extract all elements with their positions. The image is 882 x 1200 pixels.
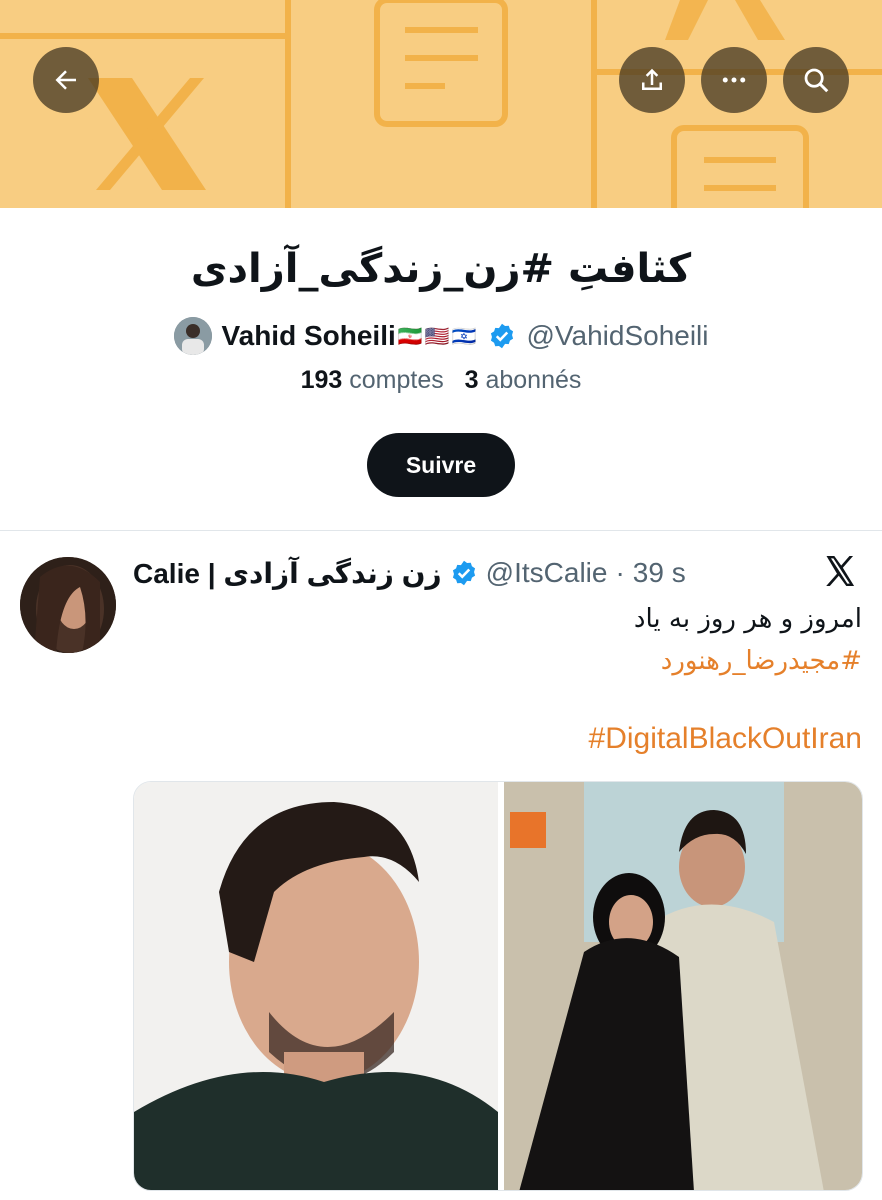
tweet-author-name[interactable]: Calie | زن زندگی آزادی [133,557,442,590]
tweet-photo [134,782,862,1190]
members-link[interactable]: 193 comptes [301,366,444,394]
more-button[interactable] [701,47,767,113]
x-logo-icon [822,553,862,593]
followers-label: abonnés [485,366,582,394]
hashtag-link[interactable]: #DigitalBlackOutIran [589,722,862,756]
members-count: 193 [300,366,343,394]
author-avatar-image [20,557,116,653]
search-icon [804,68,829,93]
search-button[interactable] [783,47,849,113]
tweet-header: Calie | زن زندگی آزادی @ItsCalie · 39 s [133,553,686,593]
owner-handle[interactable]: @VahidSoheili [526,320,708,352]
tweet-text: امروز و هر روز به یاد #مجیدرضا_رهنورد [142,598,862,682]
tweet-separator: · [615,557,625,588]
list-banner [0,0,882,208]
tweet-text-line: امروز و هر روز به یاد [633,604,862,634]
divider [0,530,882,531]
arrow-left-icon [55,70,76,90]
followers-count: 3 [464,366,479,394]
owner-avatar-image [173,317,212,355]
verified-badge-icon [450,559,478,587]
follow-button[interactable]: Suivre [367,433,515,497]
list-owner[interactable]: Vahid Soheili 🇮🇷🇺🇸🇮🇱 @VahidSoheili [0,314,882,358]
owner-avatar[interactable] [173,317,212,355]
followers-link[interactable]: 3 abonnés [465,366,582,394]
tweet-timestamp[interactable]: 39 s [633,557,686,589]
list-counts: 193 comptes 3 abonnés [0,366,882,395]
more-horizontal-icon [722,77,746,83]
owner-flags: 🇮🇷🇺🇸🇮🇱 [397,325,479,348]
tweet-author-handle[interactable]: @ItsCalie [486,557,608,589]
owner-name[interactable]: Vahid Soheili [222,320,396,352]
hashtag-link[interactable]: #مجیدرضا_رهنورد [142,640,862,682]
share-upload-icon [642,68,662,90]
tweet-media[interactable] [133,781,863,1191]
share-button[interactable] [619,47,685,113]
list-page: کثافتِ #زن_زندگی_آزادی Vahid Soheili 🇮🇷🇺… [0,0,882,1200]
list-title: کثافتِ #زن_زندگی_آزادی [190,246,692,292]
back-button[interactable] [33,47,99,113]
tweet-author-avatar[interactable] [20,557,116,653]
members-label: comptes [349,366,444,394]
verified-badge-icon [488,322,516,350]
